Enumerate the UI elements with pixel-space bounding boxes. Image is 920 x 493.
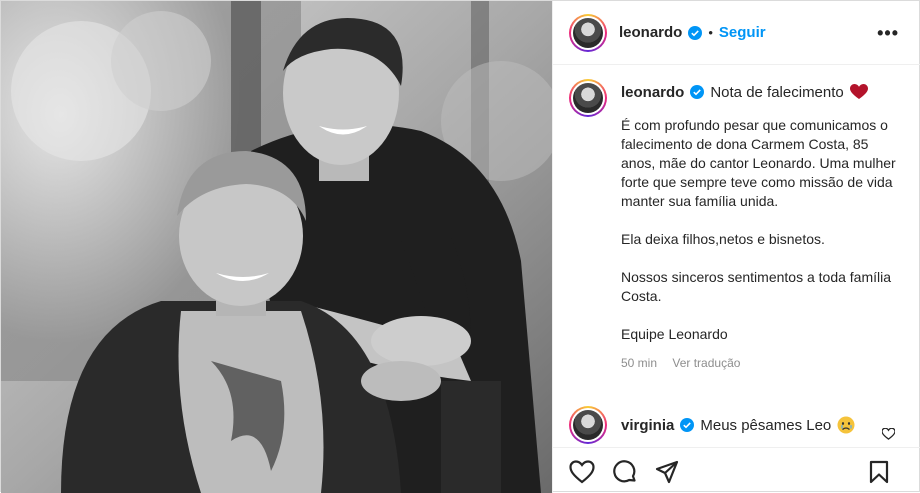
post-caption: leonardo Nota de falecimento É com profu… [553,65,920,405]
heart-outline-icon[interactable] [569,460,595,489]
red-heart-emoji [849,84,868,100]
verified-badge-icon [690,85,705,99]
caption-avatar[interactable] [569,79,607,117]
avatar-image [573,410,603,440]
header-separator: • [708,25,713,40]
comment-row: virginia Meus pêsames Leo [569,406,909,444]
post-photo-illustration [1,1,552,493]
caption-meta: 50 min Ver tradução [621,356,901,370]
more-options-icon[interactable]: ••• [877,23,899,44]
post-header: leonardo • Seguir ••• [553,1,920,65]
paper-plane-icon[interactable] [655,460,679,489]
comment-text: Meus pêsames Leo [700,416,832,434]
action-bar [553,447,920,493]
post-time: 50 min [621,356,658,370]
post-photo [1,1,552,493]
author-avatar[interactable] [569,13,607,52]
verified-badge-icon [680,418,695,432]
like-comment-icon[interactable] [881,427,896,445]
bookmark-icon[interactable] [869,460,889,489]
verified-badge-icon [688,25,703,40]
follow-button[interactable]: Seguir [719,24,766,41]
caption-title: Nota de falecimento [710,83,844,101]
avatar-image [573,17,603,48]
post-side-panel: leonardo • Seguir ••• leonardo Nota de f… [552,1,920,493]
avatar-image [573,83,603,113]
caption-username[interactable]: leonardo [621,84,684,101]
caption-paragraph: Ela deixa filhos,netos e bisnetos. [621,231,825,247]
author-username[interactable]: leonardo [619,24,682,41]
caption-paragraph: É com profundo pesar que comunicamos o f… [621,117,896,209]
instagram-post-modal: leonardo • Seguir ••• leonardo Nota de f… [0,0,920,493]
see-translation-link[interactable]: Ver tradução [672,356,740,370]
caption-paragraph: Nossos sinceros sentimentos a toda famíl… [621,269,892,304]
comment-bubble-icon[interactable] [613,460,637,489]
caption-signature: Equipe Leonardo [621,326,728,342]
commenter-username[interactable]: virginia [621,417,674,434]
commenter-avatar[interactable] [569,406,607,444]
crying-face-emoji [837,416,855,434]
